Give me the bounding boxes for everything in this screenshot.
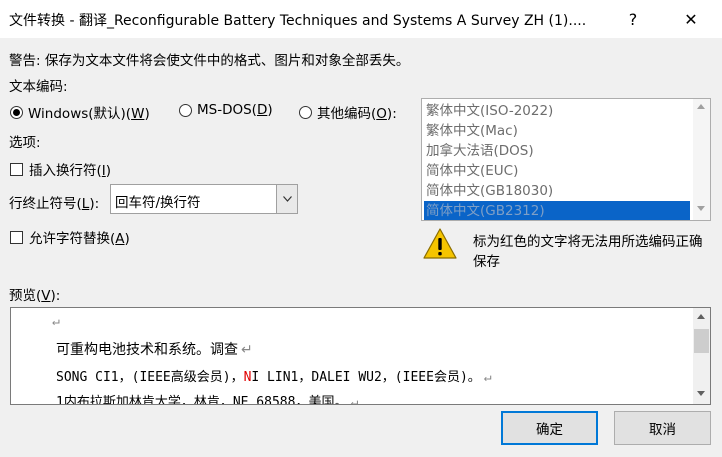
options-label: 选项: — [9, 135, 41, 151]
close-button[interactable]: ✕ — [668, 0, 714, 38]
radio-windows[interactable]: Windows(默认)(W) — [10, 102, 150, 122]
line-end-label: 行终止符号(L): — [9, 196, 100, 212]
insert-breaks-checkbox-box[interactable] — [10, 162, 23, 176]
encoding-label: 文本编码: — [9, 79, 68, 95]
dialog-title: 文件转换 - 翻译_Reconfigurable Battery Techniq… — [9, 13, 587, 29]
encoding-list-scrollbar[interactable] — [693, 99, 710, 220]
allow-substitution-checkbox[interactable]: 允许字符替换(A) — [10, 227, 130, 247]
allow-substitution-label: 允许字符替换(A) — [29, 231, 130, 247]
chevron-down-icon[interactable] — [276, 185, 297, 213]
radio-other[interactable]: 其他编码(O): — [299, 102, 397, 122]
radio-msdos-indicator[interactable] — [179, 103, 192, 117]
scroll-up-icon[interactable] — [697, 314, 705, 319]
radio-windows-label: Windows(默认)(W) — [28, 106, 150, 122]
scroll-down-icon[interactable] — [697, 391, 705, 396]
help-icon: ? — [628, 9, 638, 29]
preview-scroll-thumb[interactable] — [694, 329, 709, 353]
encoding-list-item[interactable]: 简体中文(GB18030) — [424, 181, 690, 201]
preview-box[interactable]: ↵ 可重构电池技术和系统。调查 ↵ SONG CI1，(IEEE高级会员)，NI … — [10, 307, 711, 405]
preview-scrollbar[interactable] — [693, 308, 710, 404]
radio-other-label: 其他编码(O): — [317, 106, 397, 122]
scroll-down-icon[interactable] — [697, 206, 705, 211]
ok-button[interactable]: 确定 — [501, 411, 598, 445]
insert-breaks-checkbox[interactable]: 插入换行符(I) — [10, 159, 111, 179]
help-button[interactable]: ? — [610, 0, 656, 38]
ok-button-label: 确定 — [536, 422, 563, 438]
close-icon: ✕ — [684, 9, 698, 29]
radio-msdos[interactable]: MS-DOS(D) — [179, 102, 273, 118]
radio-windows-indicator[interactable] — [10, 105, 23, 119]
encoding-list-item-selected[interactable]: 简体中文(GB2312) — [424, 201, 690, 220]
paragraph-mark: ↵ — [52, 314, 60, 329]
line-end-select[interactable]: 回车符/换行符 — [110, 184, 298, 214]
warning-icon — [422, 227, 458, 265]
insert-breaks-label: 插入换行符(I) — [29, 163, 112, 179]
preview-line-3: 1内布拉斯加林肯大学，林肯，NE 68588，美国。 — [56, 395, 348, 405]
radio-other-indicator[interactable] — [299, 105, 312, 119]
radio-msdos-label: MS-DOS(D) — [197, 102, 273, 118]
encoding-list[interactable]: 繁体中文(ISO-2022) 繁体中文(Mac) 加拿大法语(DOS) 简体中文… — [421, 98, 711, 221]
encoding-list-item[interactable]: 加拿大法语(DOS) — [424, 141, 690, 161]
preview-line-1: 可重构电池技术和系统。调查 — [56, 342, 238, 358]
warning-text: 警告: 保存为文本文件将会使文件中的格式、图片和对象全部丢失。 — [9, 53, 410, 69]
encoding-list-item[interactable]: 繁体中文(ISO-2022) — [424, 101, 690, 121]
scroll-up-icon[interactable] — [697, 104, 705, 109]
unsupported-characters-warning: 标为红色的文字将无法用所选编码正确保存 — [473, 234, 703, 270]
line-end-value: 回车符/换行符 — [115, 195, 201, 211]
preview-label: 预览(V): — [9, 288, 61, 304]
encoding-list-item[interactable]: 繁体中文(Mac) — [424, 121, 690, 141]
cancel-button-label: 取消 — [649, 422, 676, 438]
encoding-list-item[interactable]: 简体中文(EUC) — [424, 161, 690, 181]
preview-line-2: SONG CI1，(IEEE高级会员)，NI LIN1，DALEI WU2，(I… — [56, 370, 481, 385]
allow-substitution-checkbox-box[interactable] — [10, 230, 23, 244]
cancel-button[interactable]: 取消 — [614, 411, 711, 445]
